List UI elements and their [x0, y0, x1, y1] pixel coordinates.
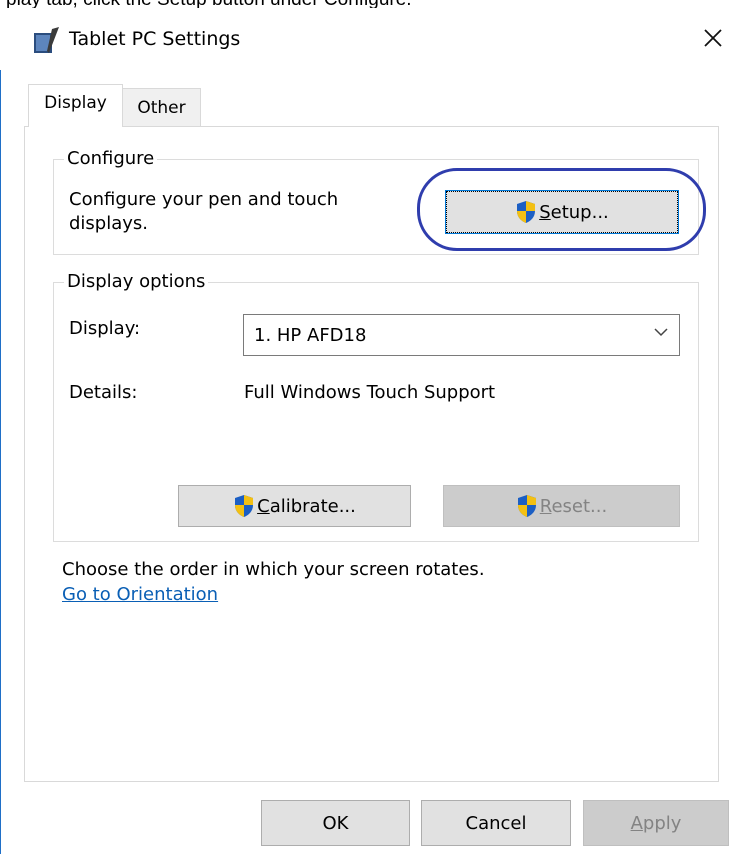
configure-group-caption: Configure — [64, 148, 158, 169]
go-to-orientation-link[interactable]: Go to Orientation — [62, 584, 218, 605]
display-label: Display: — [69, 318, 141, 339]
cancel-button[interactable]: Cancel — [421, 800, 571, 846]
reset-button[interactable]: Reset... — [443, 485, 680, 527]
display-select[interactable]: 1. HP AFD18 — [243, 314, 680, 356]
apply-label: pply — [642, 812, 682, 834]
tab-display[interactable]: Display — [28, 84, 123, 127]
tab-other[interactable]: Other — [122, 88, 201, 126]
details-value: Full Windows Touch Support — [244, 382, 496, 403]
configure-description-line2: displays. — [69, 213, 149, 234]
apply-mnemonic: A — [630, 812, 643, 834]
setup-highlight-annotation — [417, 168, 706, 251]
window-title: Tablet PC Settings — [69, 28, 241, 50]
ok-label: OK — [322, 812, 349, 834]
uac-shield-icon — [517, 495, 536, 517]
tablet-pc-icon — [34, 27, 59, 53]
orientation-text: Choose the order in which your screen ro… — [62, 559, 485, 580]
cancel-label: Cancel — [465, 812, 527, 834]
display-options-caption: Display options — [64, 271, 209, 292]
close-button[interactable] — [696, 21, 730, 55]
calibrate-label: alibrate... — [269, 495, 356, 517]
chevron-down-icon — [654, 328, 668, 337]
configure-description-line1: Configure your pen and touch — [69, 189, 339, 210]
reset-label: eset... — [551, 495, 608, 517]
close-icon — [704, 29, 722, 47]
uac-shield-icon — [235, 495, 254, 517]
reset-mnemonic: R — [539, 495, 552, 517]
details-label: Details: — [69, 382, 138, 403]
display-select-value: 1. HP AFD18 — [254, 325, 367, 346]
calibrate-button[interactable]: Calibrate... — [178, 485, 411, 527]
calibrate-mnemonic: C — [257, 495, 270, 517]
apply-button[interactable]: Apply — [583, 800, 729, 846]
ok-button[interactable]: OK — [261, 800, 410, 846]
